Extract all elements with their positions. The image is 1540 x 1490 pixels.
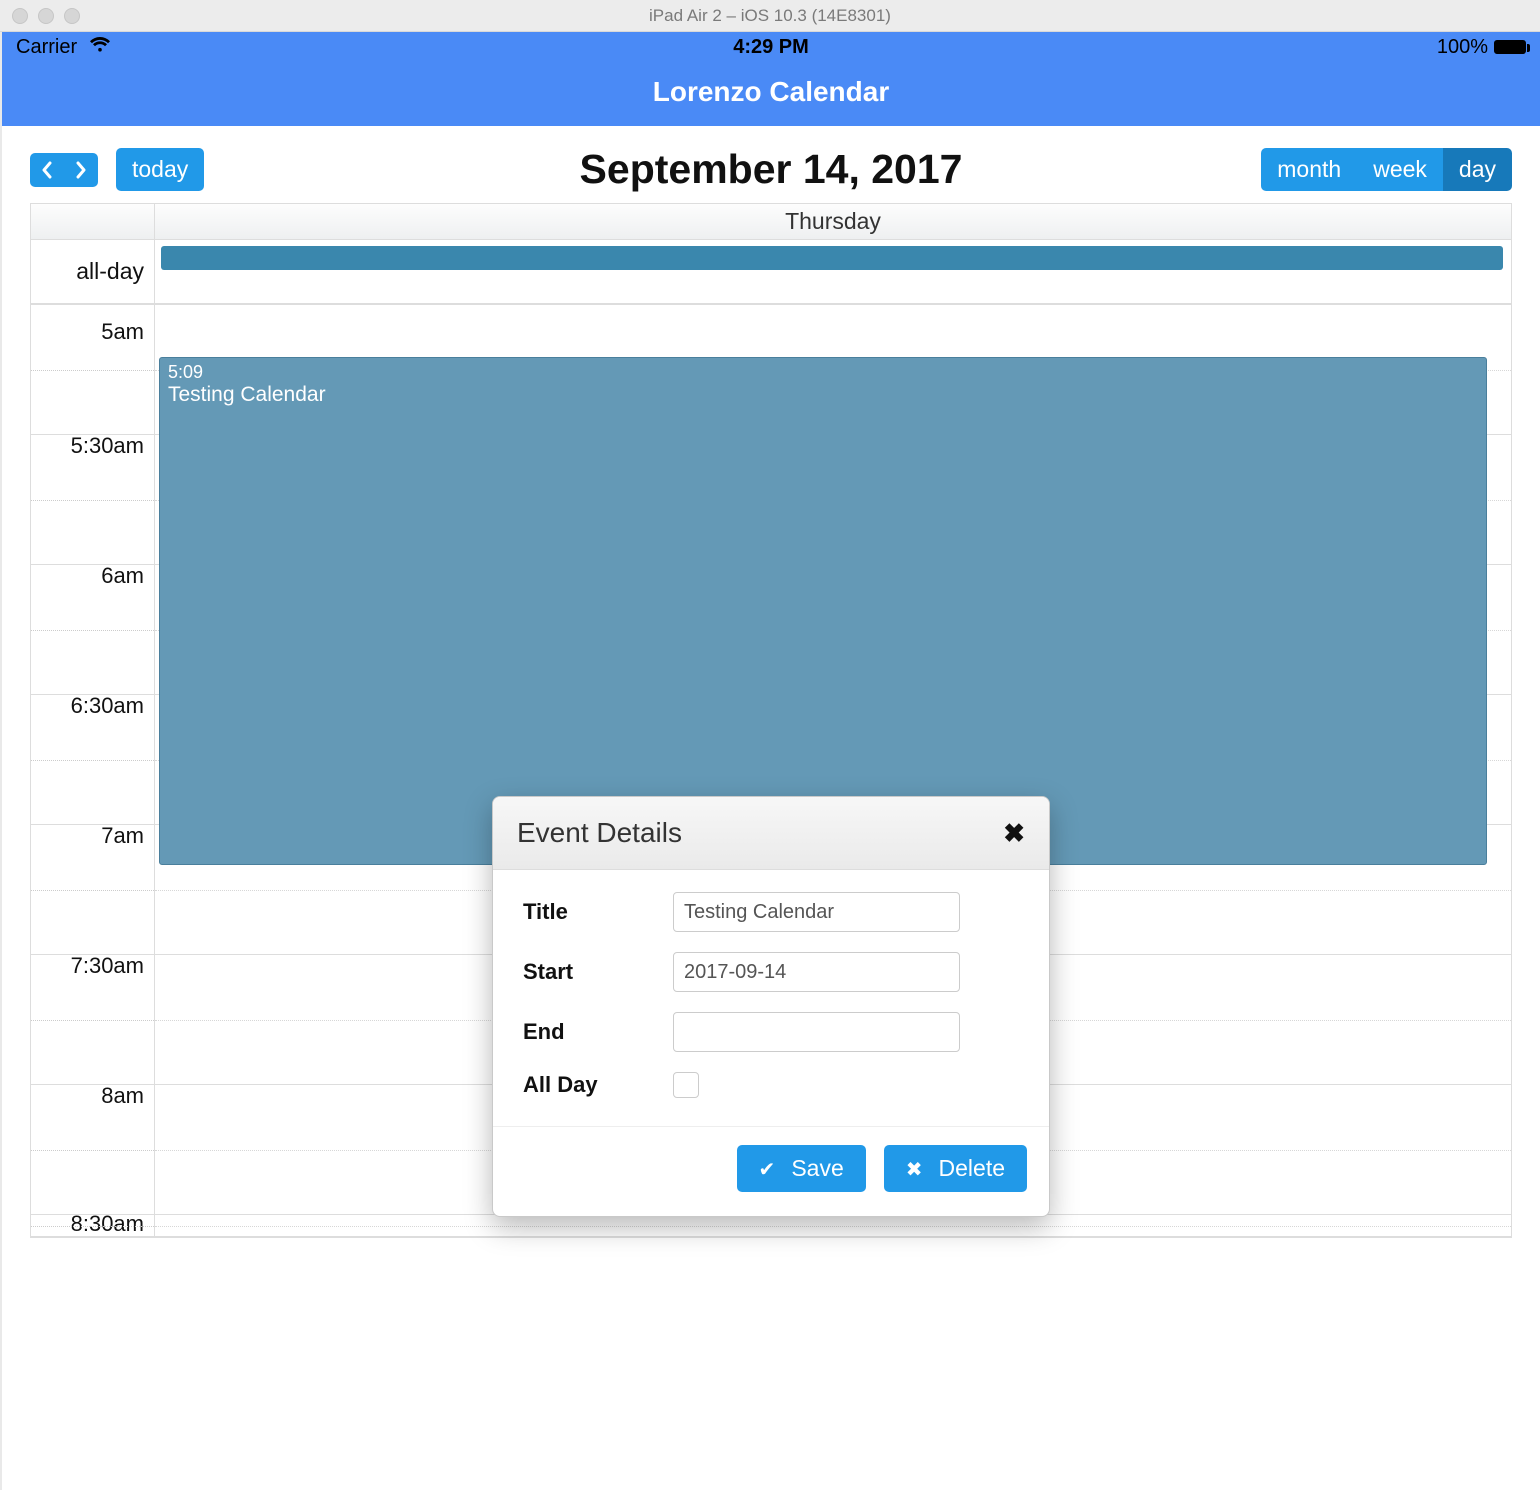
carrier-label: Carrier: [16, 36, 111, 59]
simulator-body: Carrier 4:29 PM 100% Lorenzo Calendar to…: [0, 32, 1540, 1490]
status-time: 4:29 PM: [733, 36, 809, 59]
time-label: 8am: [101, 1083, 144, 1109]
check-icon: [759, 1155, 786, 1182]
calendar-header-row: Thursday: [31, 204, 1511, 240]
input-end[interactable]: [673, 1012, 960, 1052]
time-slot: 7am: [31, 825, 154, 955]
time-label: 7am: [101, 823, 144, 849]
time-label: 5am: [101, 319, 144, 345]
modal-body: Title Start End All Day: [493, 870, 1049, 1126]
simulator-title: iPad Air 2 – iOS 10.3 (14E8301): [649, 6, 891, 26]
form-row-title: Title: [523, 892, 1019, 932]
time-slot: 6:30am: [31, 695, 154, 825]
next-button[interactable]: [64, 153, 98, 187]
save-button[interactable]: Save: [737, 1145, 866, 1192]
wifi-icon: [89, 37, 111, 57]
carrier-text: Carrier: [16, 36, 77, 58]
input-start[interactable]: [673, 952, 960, 992]
calendar-toolbar: today September 14, 2017 month week day: [2, 126, 1540, 203]
battery-percent: 100%: [1437, 36, 1488, 59]
event-details-modal: Event Details ✖ Title Start End All Day: [492, 796, 1050, 1217]
allday-label: all-day: [31, 240, 155, 303]
label-end: End: [523, 1019, 673, 1045]
time-slot: 6am: [31, 565, 154, 695]
ios-status-bar: Carrier 4:29 PM 100%: [2, 32, 1540, 62]
modal-close-button[interactable]: ✖: [1003, 818, 1025, 849]
window-close-icon[interactable]: [12, 8, 28, 24]
window-zoom-icon[interactable]: [64, 8, 80, 24]
axis-header: [31, 204, 155, 239]
event-title: Testing Calendar: [168, 383, 1478, 407]
prev-button[interactable]: [30, 153, 64, 187]
battery-status: 100%: [1437, 36, 1526, 59]
time-slot: 5am: [31, 305, 154, 435]
modal-header: Event Details ✖: [493, 797, 1049, 870]
app-title: Lorenzo Calendar: [2, 62, 1540, 126]
label-start: Start: [523, 959, 673, 985]
time-label: 6am: [101, 563, 144, 589]
allday-cell[interactable]: [155, 240, 1511, 303]
checkbox-allday[interactable]: [673, 1072, 699, 1098]
x-icon: [906, 1155, 933, 1182]
view-day-button[interactable]: day: [1443, 148, 1512, 191]
time-label: 5:30am: [71, 433, 144, 459]
grid-slot[interactable]: [155, 1215, 1511, 1237]
time-slot: 8am: [31, 1085, 154, 1215]
event-start-time: 5:09: [168, 362, 1478, 383]
day-header: Thursday: [155, 204, 1511, 239]
battery-icon: [1494, 40, 1526, 54]
window-minimize-icon[interactable]: [38, 8, 54, 24]
modal-footer: Save Delete: [493, 1126, 1049, 1216]
delete-button[interactable]: Delete: [884, 1145, 1027, 1192]
delete-label: Delete: [939, 1155, 1005, 1182]
time-slot: 5:30am: [31, 435, 154, 565]
view-month-button[interactable]: month: [1261, 148, 1357, 191]
window-controls[interactable]: [12, 8, 80, 24]
chevron-left-icon: [40, 161, 54, 179]
view-week-button[interactable]: week: [1357, 148, 1443, 191]
form-row-start: Start: [523, 952, 1019, 992]
time-label: 8:30am: [71, 1215, 144, 1237]
time-slot: 8:30am: [31, 1215, 154, 1237]
close-icon: ✖: [1003, 818, 1025, 848]
calendar-event[interactable]: 5:09 Testing Calendar: [159, 357, 1487, 865]
form-row-end: End: [523, 1012, 1019, 1052]
form-row-allday: All Day: [523, 1072, 1019, 1098]
today-button[interactable]: today: [116, 148, 204, 191]
time-label: 6:30am: [71, 693, 144, 719]
input-title[interactable]: [673, 892, 960, 932]
chevron-right-icon: [74, 161, 88, 179]
modal-title: Event Details: [517, 817, 682, 849]
date-title: September 14, 2017: [580, 146, 963, 193]
simulator-titlebar: iPad Air 2 – iOS 10.3 (14E8301): [0, 0, 1540, 32]
view-switch: month week day: [1261, 148, 1512, 191]
allday-row: all-day: [31, 240, 1511, 305]
time-slot: 7:30am: [31, 955, 154, 1085]
label-title: Title: [523, 899, 673, 925]
nav-arrow-group: [30, 153, 98, 187]
time-axis: 5am 5:30am 6am 6:30am 7am 7:30am 8am 8:3…: [31, 305, 155, 1237]
time-label: 7:30am: [71, 953, 144, 979]
ios-nav-bar: Carrier 4:29 PM 100% Lorenzo Calendar: [2, 32, 1540, 126]
allday-event[interactable]: [161, 246, 1503, 270]
save-label: Save: [791, 1155, 843, 1182]
label-allday: All Day: [523, 1072, 673, 1098]
